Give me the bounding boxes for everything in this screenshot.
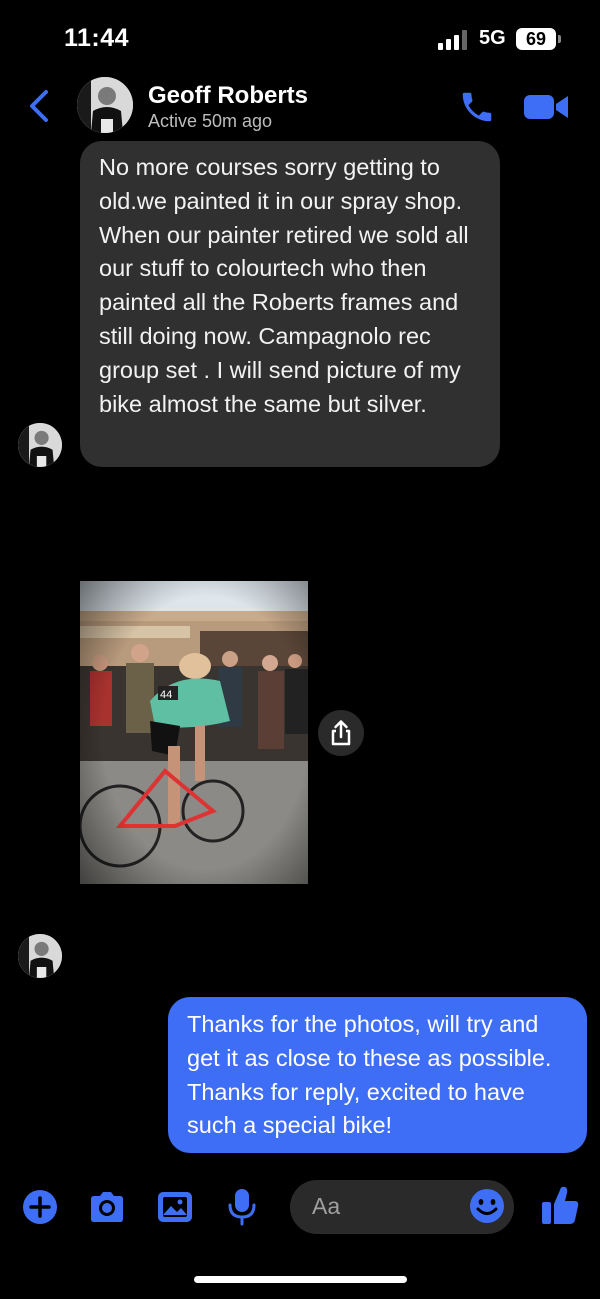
avatar-photo — [18, 423, 62, 467]
gallery-button[interactable] — [155, 1187, 195, 1227]
incoming-message-text: No more courses sorry getting to old.we … — [99, 154, 469, 417]
contact-avatar[interactable] — [77, 77, 133, 133]
avatar-photo — [77, 77, 133, 133]
plus-button[interactable] — [20, 1187, 60, 1227]
status-time: 11:44 — [64, 24, 130, 52]
battery-cap — [558, 35, 561, 43]
message-input-placeholder: Aa — [312, 1193, 341, 1219]
network-label: 5G — [479, 27, 506, 49]
share-icon — [331, 720, 351, 746]
share-button[interactable] — [318, 710, 364, 756]
emoji-button[interactable] — [468, 1187, 506, 1225]
contact-name[interactable]: Geoff Roberts — [148, 82, 308, 110]
sender-avatar[interactable] — [18, 423, 62, 467]
battery-indicator: 69 — [516, 28, 556, 50]
shared-photo-cyclist[interactable]: 44 — [80, 581, 308, 884]
microphone-button[interactable] — [222, 1186, 262, 1226]
incoming-message-bubble[interactable]: No more courses sorry getting to old.we … — [80, 141, 500, 467]
contact-status: Active 50m ago — [148, 111, 273, 131]
outgoing-message-bubble[interactable]: Thanks for the photos, will try and get … — [168, 997, 587, 1153]
video-call-button[interactable] — [524, 90, 570, 124]
avatar-photo — [18, 934, 62, 978]
back-button[interactable] — [24, 86, 56, 126]
sender-avatar[interactable] — [18, 934, 62, 978]
home-indicator[interactable] — [194, 1276, 407, 1283]
camera-button[interactable] — [87, 1187, 127, 1227]
cyclist-photo-image: 44 — [80, 581, 308, 884]
thumbs-up-button[interactable] — [540, 1184, 580, 1226]
outgoing-message-text: Thanks for the photos, will try and get … — [187, 1011, 552, 1139]
signal-icon — [438, 30, 467, 50]
phone-call-button[interactable] — [458, 88, 496, 126]
